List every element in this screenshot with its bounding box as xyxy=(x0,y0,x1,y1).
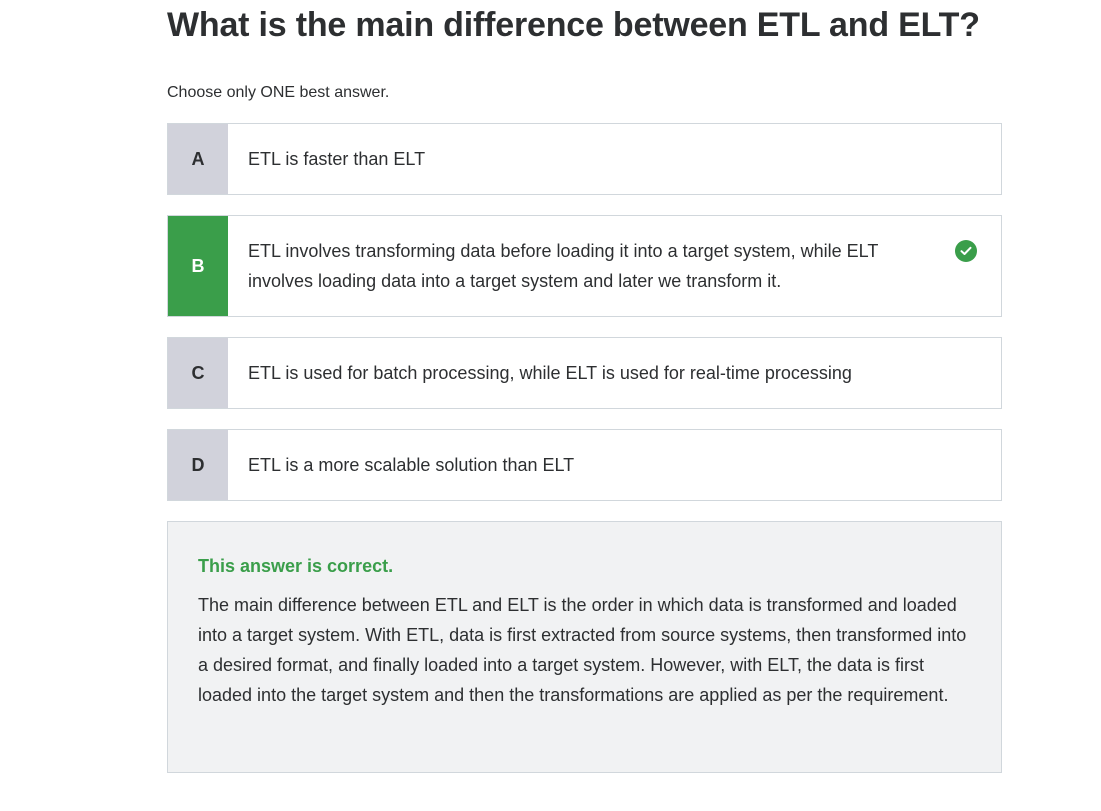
result-message: This answer is correct. xyxy=(198,556,394,576)
question-instruction: Choose only ONE best answer. xyxy=(167,84,390,101)
answer-option-b[interactable]: B ETL involves transforming data before … xyxy=(167,215,1002,317)
option-letter: C xyxy=(168,338,228,408)
explanation-text: The main difference between ETL and ELT … xyxy=(198,595,967,705)
answer-option-a[interactable]: A ETL is faster than ELT xyxy=(167,123,1002,195)
answer-options: A ETL is faster than ELT B ETL involves … xyxy=(167,123,1002,501)
question-title: What is the main difference between ETL … xyxy=(167,6,980,44)
option-text: ETL is a more scalable solution than ELT xyxy=(248,455,575,475)
option-letter: B xyxy=(168,216,228,316)
answer-option-c[interactable]: C ETL is used for batch processing, whil… xyxy=(167,337,1002,409)
option-letter: A xyxy=(168,124,228,194)
option-text: ETL involves transforming data before lo… xyxy=(248,241,878,291)
check-circle-icon xyxy=(955,240,977,262)
answer-option-d[interactable]: D ETL is a more scalable solution than E… xyxy=(167,429,1002,501)
option-text: ETL is used for batch processing, while … xyxy=(248,363,852,383)
option-text: ETL is faster than ELT xyxy=(248,149,426,169)
option-status xyxy=(931,216,1001,316)
option-letter: D xyxy=(168,430,228,500)
explanation-panel: This answer is correct. The main differe… xyxy=(167,521,1002,773)
quiz-container: What is the main difference between ETL … xyxy=(167,0,1002,773)
